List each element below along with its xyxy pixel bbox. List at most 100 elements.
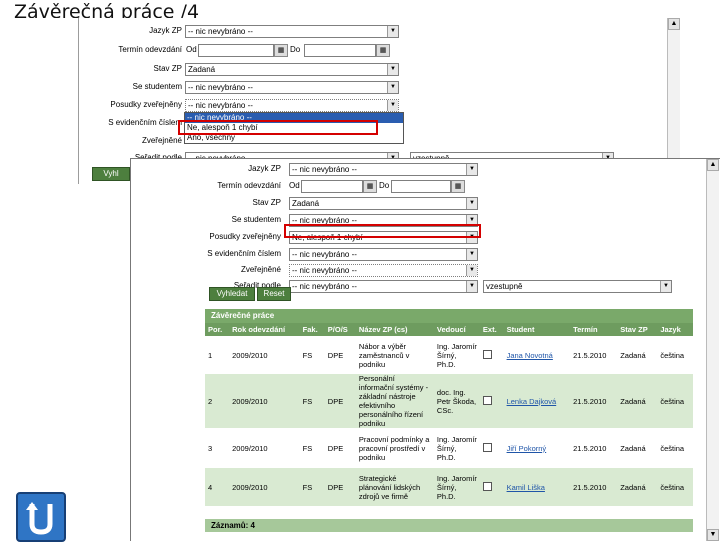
jazyk-row: Jazyk ZP -- nic nevybráno -- ▼ [80, 24, 660, 38]
back-button[interactable] [16, 492, 66, 542]
col-header[interactable]: P/O/S [324, 323, 356, 336]
results-table: Por. Rok odevzdání Fak. P/O/S Název ZP (… [205, 323, 693, 506]
cell-stav: Zadaná [617, 374, 658, 428]
screenshot-results: Jazyk ZP -- nic nevybráno -- ▼ Termín ode… [130, 158, 720, 541]
col-header[interactable]: Ext. [479, 323, 504, 336]
scrollbar[interactable]: ▲ ▼ [706, 159, 719, 541]
ext-checkbox [482, 442, 492, 452]
stav-select[interactable]: Zadaná ▼ [289, 197, 478, 210]
cell-fak: FS [299, 468, 325, 506]
cell-nazev: Nábor a výběr zaměstnanců v podniku [355, 336, 434, 374]
col-header[interactable]: Vedoucí [433, 323, 480, 336]
s-evidencnim-select[interactable]: -- nic nevybráno -- ▼ [289, 248, 478, 261]
ext-checkbox [482, 349, 492, 359]
se-studentem-label: Se studentem [132, 82, 182, 91]
od-input[interactable] [198, 44, 274, 57]
sortby-select[interactable]: -- nic nevybráno --▼ [289, 280, 478, 293]
do-label: Do [290, 45, 301, 54]
termin-label: Termín odevzdání [118, 45, 182, 54]
s-evidencnim-label: S evidenčním číslem [108, 118, 182, 127]
col-header[interactable]: Fak. [299, 323, 325, 336]
s-evidencnim-label: S evidenčním číslem [207, 249, 281, 258]
calendar-icon[interactable]: ▦ [363, 180, 377, 193]
student-link[interactable]: Lenka Dajková [503, 374, 571, 428]
cell-ext [479, 468, 504, 506]
cell-rok: 2009/2010 [229, 428, 300, 468]
od-label: Od [289, 181, 300, 190]
zverejnene-select[interactable]: -- nic nevybráno -- ▼ [289, 264, 478, 277]
cell-rok: 2009/2010 [229, 468, 300, 506]
student-link[interactable]: Jana Novotná [503, 336, 571, 374]
calendar-icon[interactable]: ▦ [376, 44, 390, 57]
sortdir-select[interactable]: vzestupně▼ [483, 280, 672, 293]
col-header[interactable]: Jazyk [657, 323, 693, 336]
cell-stav: Zadaná [617, 336, 658, 374]
chevron-down-icon: ▼ [466, 265, 477, 276]
col-header[interactable]: Název ZP (cs) [355, 323, 434, 336]
highlight-box [284, 224, 481, 238]
zverejnene-row: Zveřejněné -- nic nevybráno -- ▼ [201, 263, 701, 277]
cell-fak: FS [299, 336, 325, 374]
posudky-select[interactable]: -- nic nevybráno -- ▼ [185, 99, 399, 112]
cell-termin: 21.5.2010 [570, 374, 618, 428]
stav-select[interactable]: Zadaná ▼ [185, 63, 399, 76]
table-row: 4 2009/2010 FS DPE Strategické plánování… [205, 468, 693, 506]
scroll-up-icon[interactable]: ▲ [668, 18, 680, 30]
cell-vedouci: doc. Ing. Petr Škoda, CSc. [433, 374, 480, 428]
cell-vedouci: Ing. Jaromír Šírný, Ph.D. [433, 336, 480, 374]
student-link[interactable]: Jiří Pokorný [503, 428, 571, 468]
scroll-down-icon[interactable]: ▼ [707, 529, 719, 541]
calendar-icon[interactable]: ▦ [274, 44, 288, 57]
posudky-label: Posudky zveřejněny [209, 232, 281, 241]
od-input[interactable] [301, 180, 363, 193]
od-label: Od [186, 45, 197, 54]
jazyk-select[interactable]: -- nic nevybráno -- ▼ [185, 25, 399, 38]
se-studentem-select[interactable]: -- nic nevybráno -- ▼ [185, 81, 399, 94]
col-header[interactable]: Rok odevzdání [229, 323, 300, 336]
search-button[interactable]: Vyhledat [209, 287, 255, 301]
cell-ext [479, 374, 504, 428]
jazyk-label: Jazyk ZP [149, 26, 182, 35]
chevron-down-icon: ▼ [387, 64, 398, 75]
cell-fak: FS [299, 428, 325, 468]
cell-jazyk: čeština [657, 336, 693, 374]
chevron-down-icon: ▼ [466, 198, 477, 209]
chevron-down-icon: ▼ [466, 164, 477, 175]
se-studentem-label: Se studentem [231, 215, 281, 224]
termin-row: Termín odevzdání Od ▦ Do ▦ [80, 43, 660, 57]
cell-pos: DPE [324, 374, 356, 428]
posudky-row: Posudky zveřejněny -- nic nevybráno -- ▼ [80, 98, 660, 112]
stav-row: Stav ZP Zadaná ▼ [80, 62, 660, 76]
search-button[interactable]: Vyhl [92, 167, 130, 181]
cell-por: 4 [205, 468, 230, 506]
reset-button[interactable]: Reset [257, 287, 291, 301]
col-header[interactable]: Stav ZP [617, 323, 658, 336]
do-label: Do [379, 181, 390, 190]
scroll-up-icon[interactable]: ▲ [707, 159, 719, 171]
cell-ext [479, 336, 504, 374]
cell-ext [479, 428, 504, 468]
do-input[interactable] [391, 180, 451, 193]
col-header[interactable]: Termín [570, 323, 618, 336]
calendar-icon[interactable]: ▦ [451, 180, 465, 193]
cell-rok: 2009/2010 [229, 374, 300, 428]
cell-pos: DPE [324, 468, 356, 506]
highlight-box [178, 120, 378, 135]
cell-fak: FS [299, 374, 325, 428]
chevron-down-icon: ▼ [387, 100, 398, 111]
col-header[interactable]: Por. [205, 323, 230, 336]
col-header[interactable]: Student [503, 323, 571, 336]
cell-nazev: Pracovní podmínky a pracovní prostředí v… [355, 428, 434, 468]
do-input[interactable] [304, 44, 376, 57]
se-studentem-row: Se studentem -- nic nevybráno -- ▼ [80, 80, 660, 94]
termin-label: Termín odevzdání [217, 181, 281, 190]
cell-termin: 21.5.2010 [570, 468, 618, 506]
student-link[interactable]: Kamil Liška [503, 468, 571, 506]
jazyk-label: Jazyk ZP [248, 164, 281, 173]
cell-por: 2 [205, 374, 230, 428]
jazyk-select[interactable]: -- nic nevybráno -- ▼ [289, 163, 478, 176]
ext-checkbox [482, 395, 492, 405]
chevron-down-icon: ▼ [660, 281, 671, 292]
table-row: 2 2009/2010 FS DPE Personální informační… [205, 374, 693, 428]
ext-checkbox [482, 481, 492, 491]
